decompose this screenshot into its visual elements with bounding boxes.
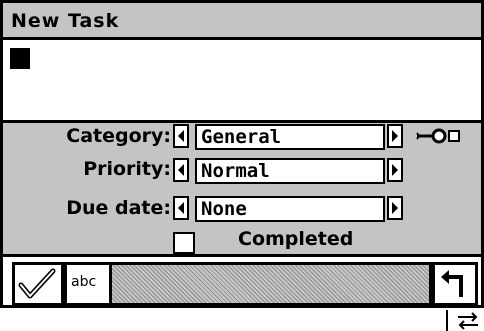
chevron-right-icon [392,202,398,214]
priority-label: Priority: [83,158,171,180]
return-arrow-icon [441,270,463,297]
category-prev-button[interactable] [173,124,189,148]
text-cursor [10,48,30,69]
due-date-prev-button[interactable] [173,196,189,220]
priority-field[interactable]: Normal [195,158,385,184]
back-button[interactable] [432,262,478,306]
checkmark-icon [18,268,56,299]
chevron-right-icon [392,164,398,176]
category-label: Category: [66,125,171,147]
due-date-next-button[interactable] [387,196,403,220]
chevron-left-icon [178,130,184,142]
done-button[interactable] [12,262,64,306]
priority-next-button[interactable] [387,158,403,182]
spell-check-icon: abc [71,274,97,290]
swap-arrows-icon[interactable] [456,312,480,330]
toolbar-pattern-fill [112,262,432,306]
key-icon[interactable] [415,127,461,147]
spell-check-button[interactable]: abc [64,262,112,306]
category-field[interactable]: General [195,124,385,150]
chevron-left-icon [178,202,184,214]
due-date-label: Due date: [66,197,171,219]
completed-checkbox[interactable] [173,232,195,254]
priority-prev-button[interactable] [173,158,189,182]
status-divider [446,310,448,331]
task-text-editor[interactable] [0,40,484,120]
chevron-right-icon [392,130,398,142]
chevron-left-icon [178,164,184,176]
due-date-field[interactable]: None [195,196,385,222]
title-bar: New Task [0,0,484,40]
completed-label: Completed [238,228,354,250]
category-next-button[interactable] [387,124,403,148]
window-title: New Task [11,10,120,32]
status-strip [0,308,484,331]
